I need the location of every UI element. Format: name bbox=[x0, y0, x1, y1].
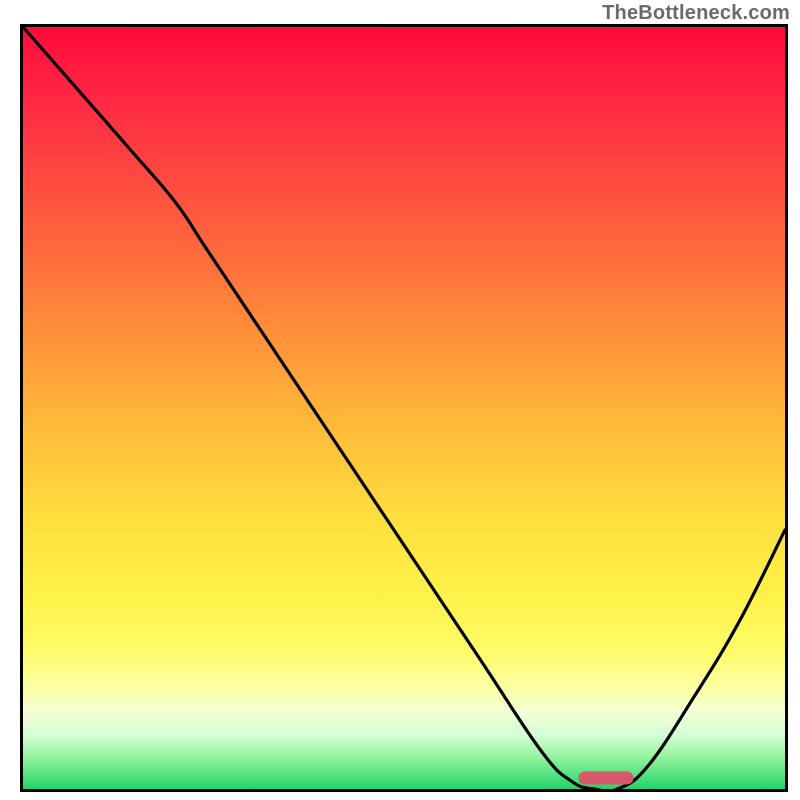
chart-container: TheBottleneck.com bbox=[0, 0, 800, 800]
plot-area bbox=[20, 24, 788, 792]
bottleneck-curve bbox=[23, 27, 785, 789]
attribution-text: TheBottleneck.com bbox=[602, 2, 790, 25]
optimal-marker bbox=[578, 771, 633, 784]
curve-path bbox=[23, 27, 785, 789]
